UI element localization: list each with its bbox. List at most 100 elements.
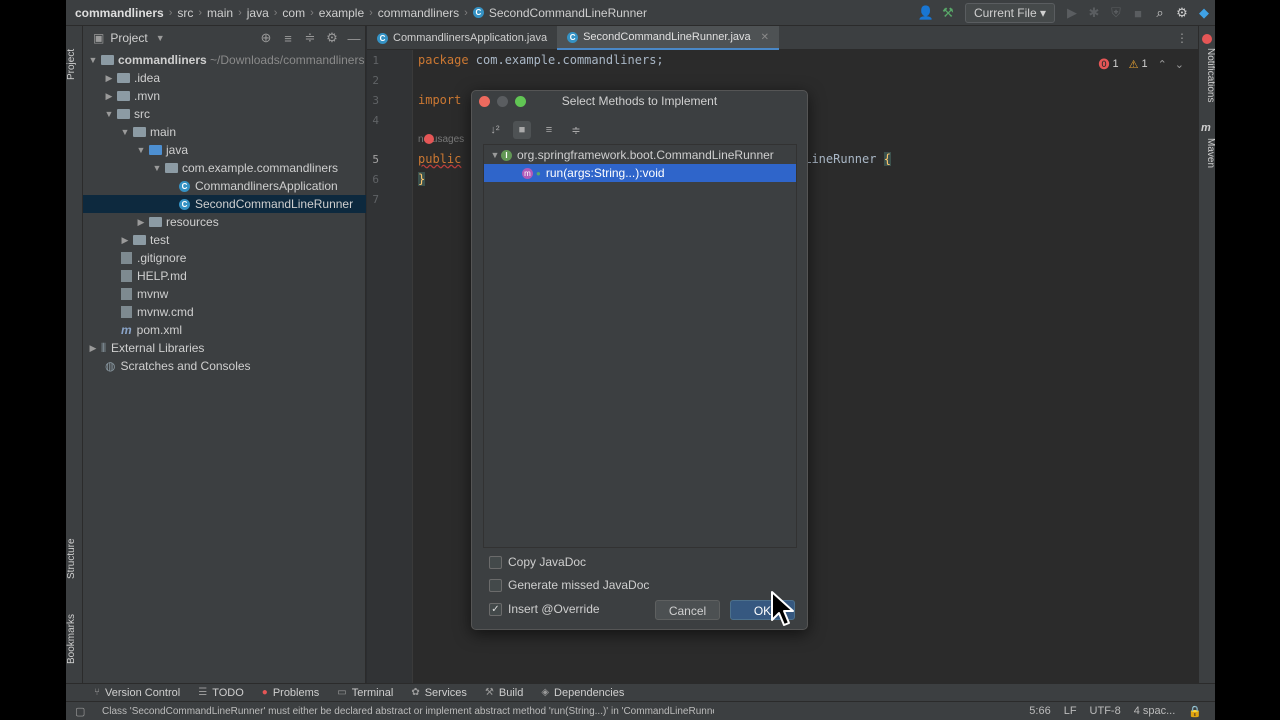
chevron-down-icon[interactable]: ▼ bbox=[156, 33, 165, 43]
tree-item-help-md[interactable]: HELP.md bbox=[83, 267, 366, 285]
run-configuration-select[interactable]: Current File ▾ bbox=[964, 3, 1055, 23]
warning-count: 1 bbox=[1141, 58, 1148, 70]
generate-javadoc-option[interactable]: Generate missed JavaDoc bbox=[489, 578, 649, 592]
line-separator[interactable]: LF bbox=[1064, 705, 1077, 718]
maven-icon: m bbox=[121, 323, 132, 337]
collapse-all-icon[interactable]: ≑ bbox=[567, 121, 585, 139]
tool-todo[interactable]: ☰ TODO bbox=[198, 687, 244, 699]
breadcrumb-com[interactable]: com bbox=[282, 6, 305, 20]
tab-commandliners-application[interactable]: C CommandlinersApplication.java bbox=[367, 26, 557, 50]
user-icon[interactable]: 👤 bbox=[915, 2, 937, 24]
jetbrains-logo-icon[interactable]: ◆ bbox=[1193, 2, 1215, 24]
tree-item-src[interactable]: ▼ src bbox=[83, 105, 366, 123]
tree-item-second-commandline-runner[interactable]: C SecondCommandLineRunner bbox=[83, 195, 366, 213]
show-classes-icon[interactable]: ■ bbox=[513, 121, 531, 139]
generate-javadoc-checkbox[interactable] bbox=[489, 578, 502, 592]
tree-item-pom-xml[interactable]: m pom.xml bbox=[83, 321, 366, 339]
caret-position[interactable]: 5:66 bbox=[1029, 705, 1050, 718]
tree-item-mvnw-cmd[interactable]: mvnw.cmd bbox=[83, 303, 366, 321]
insert-override-checkbox[interactable]: ✓ bbox=[489, 602, 502, 616]
library-icon: ⫴ bbox=[101, 340, 107, 355]
copy-javadoc-option[interactable]: Copy JavaDoc bbox=[489, 555, 586, 569]
tree-item-gitignore[interactable]: .gitignore bbox=[83, 249, 366, 267]
toggle-tool-windows-icon[interactable]: ▢ bbox=[75, 705, 85, 718]
lock-icon[interactable]: 🔒 bbox=[1188, 705, 1202, 718]
tree-item-mvnw[interactable]: mvnw bbox=[83, 285, 366, 303]
notifications-tool-tab[interactable]: Notifications bbox=[1199, 48, 1215, 128]
class-icon: C bbox=[179, 198, 190, 210]
tree-item-package[interactable]: ▼ com.example.commandliners bbox=[83, 159, 366, 177]
tool-build[interactable]: ⚒ Build bbox=[485, 687, 523, 699]
tree-item-test[interactable]: ▶ test bbox=[83, 231, 366, 249]
error-icon: ⓿ bbox=[1098, 59, 1110, 71]
tree-item-external-libraries[interactable]: ▶ ⫴ External Libraries bbox=[83, 339, 366, 357]
tool-services[interactable]: ✿ Services bbox=[411, 687, 467, 699]
search-icon[interactable]: ⌕ bbox=[1149, 2, 1171, 24]
structure-tool-tab[interactable]: Structure bbox=[66, 526, 83, 591]
tree-item-commandliners-application[interactable]: C CommandlinersApplication bbox=[83, 177, 366, 195]
left-tool-strip: Project Structure Bookmarks bbox=[66, 26, 83, 683]
tree-item-method-run[interactable]: m ● run(args:String...):void bbox=[484, 164, 796, 182]
tool-dependencies[interactable]: ◈ Dependencies bbox=[541, 687, 624, 699]
tree-item-mvn[interactable]: ▶ .mvn bbox=[83, 87, 366, 105]
expand-all-icon[interactable]: ≡ bbox=[277, 27, 299, 49]
folder-icon bbox=[117, 91, 130, 101]
tree-item-scratches[interactable]: ◍ Scratches and Consoles bbox=[83, 357, 366, 375]
line-number: 1 bbox=[372, 54, 379, 67]
run-icon[interactable]: ▶ bbox=[1061, 2, 1083, 24]
tool-version-control[interactable]: ⑂ Version Control bbox=[94, 687, 180, 699]
project-panel-title[interactable]: Project bbox=[110, 31, 147, 45]
breadcrumb-project[interactable]: commandliners bbox=[75, 6, 164, 20]
cancel-button[interactable]: Cancel bbox=[655, 600, 720, 620]
notification-badge-icon bbox=[1202, 34, 1212, 44]
settings-icon[interactable]: ⚙ bbox=[1171, 2, 1193, 24]
inspection-widget[interactable]: ⓿1 ⚠ 1 ⌃ ⌄ bbox=[1098, 56, 1184, 72]
collapse-all-icon[interactable]: ≑ bbox=[299, 27, 321, 49]
tab-second-commandline-runner[interactable]: C SecondCommandLineRunner.java ✕ bbox=[557, 26, 780, 50]
expand-all-icon[interactable]: ≡ bbox=[540, 121, 558, 139]
status-message[interactable]: Class 'SecondCommandLineRunner' must eit… bbox=[102, 706, 714, 717]
hide-icon[interactable]: — bbox=[343, 27, 365, 49]
tree-item-root[interactable]: ▼ commandliners ~/Downloads/commandliners bbox=[83, 51, 366, 69]
sort-alphabetically-icon[interactable]: ↓² bbox=[486, 121, 504, 139]
breadcrumb-package[interactable]: commandliners bbox=[378, 6, 459, 20]
editor-gutter: 1 2 3 4 5 6 7 bbox=[367, 50, 413, 683]
indent-setting[interactable]: 4 spac... bbox=[1134, 705, 1176, 718]
tree-item-resources[interactable]: ▶ resources bbox=[83, 213, 366, 231]
mouse-cursor-icon bbox=[771, 591, 794, 626]
breadcrumb-class[interactable]: SecondCommandLineRunner bbox=[489, 6, 647, 20]
bulb-error-icon[interactable] bbox=[424, 134, 434, 144]
chevron-down-icon[interactable]: ⌄ bbox=[1175, 58, 1184, 71]
tool-problems[interactable]: ● Problems bbox=[262, 687, 320, 699]
breadcrumb-src[interactable]: src bbox=[177, 6, 193, 20]
more-tabs-icon[interactable]: ⋮ bbox=[1176, 26, 1198, 49]
tree-item-main[interactable]: ▼ main bbox=[83, 123, 366, 141]
tree-item-java[interactable]: ▼ java bbox=[83, 141, 366, 159]
breadcrumb-java[interactable]: java bbox=[247, 6, 269, 20]
gear-icon[interactable]: ⚙ bbox=[321, 27, 343, 49]
maven-tool-tab[interactable]: Maven bbox=[1199, 138, 1215, 178]
error-count: 1 bbox=[1112, 58, 1119, 70]
interface-icon: I bbox=[501, 149, 512, 161]
code-line-1: package com.example.commandliners; bbox=[418, 53, 664, 67]
breadcrumb-example[interactable]: example bbox=[319, 6, 364, 20]
chevron-up-icon[interactable]: ⌃ bbox=[1158, 58, 1167, 71]
breadcrumb-main[interactable]: main bbox=[207, 6, 233, 20]
line-number: 2 bbox=[372, 74, 379, 87]
tree-item-idea[interactable]: ▶ .idea bbox=[83, 69, 366, 87]
close-icon[interactable]: ✕ bbox=[761, 32, 769, 43]
debug-icon[interactable]: ✱ bbox=[1083, 2, 1105, 24]
bookmarks-tool-tab[interactable]: Bookmarks bbox=[66, 604, 83, 674]
script-file-icon bbox=[121, 288, 132, 300]
project-tool-tab[interactable]: Project bbox=[66, 34, 83, 94]
tool-terminal[interactable]: ▭ Terminal bbox=[337, 687, 393, 699]
locate-icon[interactable]: ⊕ bbox=[255, 27, 277, 49]
build-hammer-icon[interactable]: ⚒ bbox=[937, 2, 959, 24]
tree-item-interface[interactable]: ▼ Iorg.springframework.boot.CommandLineRu… bbox=[484, 146, 796, 164]
insert-override-option[interactable]: ✓ Insert @Override bbox=[489, 602, 600, 616]
navigation-bar: commandliners › src › main › java › com › exa… bbox=[66, 0, 1215, 26]
coverage-icon[interactable]: ⛨ bbox=[1105, 2, 1127, 24]
file-encoding[interactable]: UTF-8 bbox=[1090, 705, 1121, 718]
copy-javadoc-checkbox[interactable] bbox=[489, 555, 502, 569]
stop-icon[interactable]: ■ bbox=[1127, 2, 1149, 24]
